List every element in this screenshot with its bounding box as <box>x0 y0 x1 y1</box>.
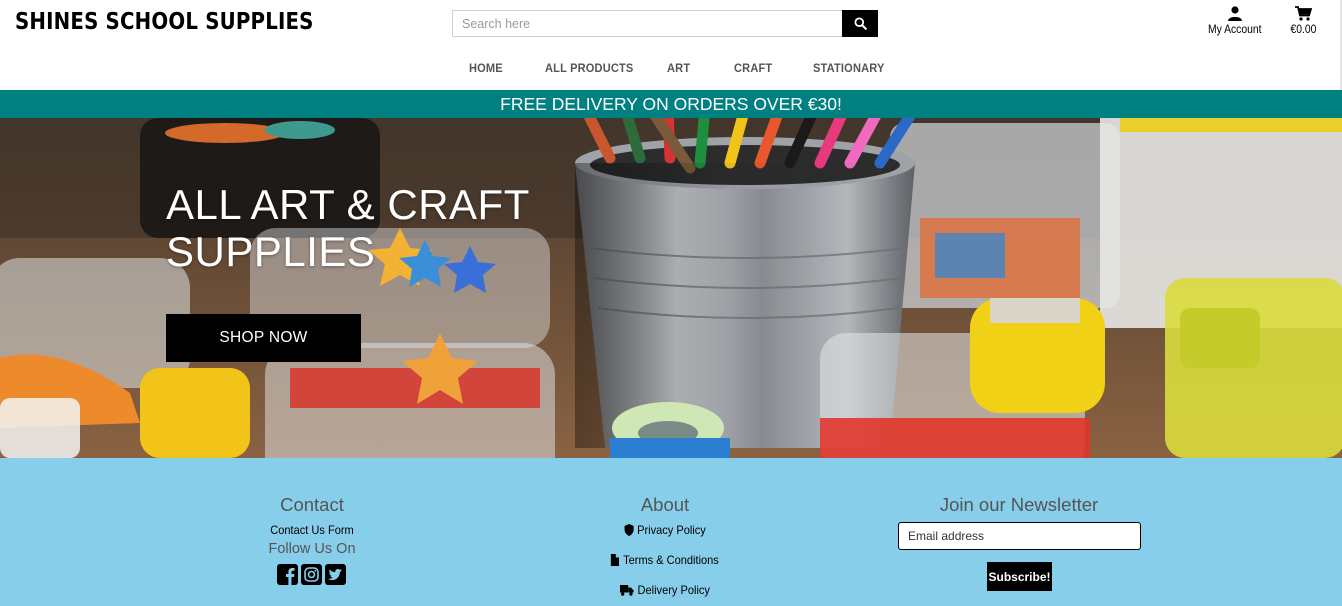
brand-logo[interactable]: SHINES SCHOOL SUPPLIES <box>15 9 314 35</box>
truck-icon <box>620 584 634 596</box>
delivery-policy-label: Delivery Policy <box>637 583 710 597</box>
hero-section: ALL ART & CRAFT SUPPLIES SHOP NOW <box>0 118 1342 458</box>
search-input[interactable] <box>452 10 843 37</box>
free-delivery-banner: FREE DELIVERY ON ORDERS OVER €30! <box>0 90 1342 118</box>
instagram-link[interactable] <box>301 564 322 585</box>
cart-total: €0.00 <box>1290 24 1317 36</box>
nav-item-home[interactable]: HOME <box>469 61 503 75</box>
social-links <box>277 564 346 585</box>
cart-icon <box>1294 6 1312 21</box>
about-title: About <box>640 494 690 515</box>
main-nav: HOME ALL PRODUCTS ART CRAFT STATIONARY <box>0 58 1342 80</box>
shop-now-button[interactable]: SHOP NOW <box>166 314 361 362</box>
search-button[interactable] <box>842 10 878 37</box>
cart-link[interactable]: €0.00 <box>1289 6 1318 36</box>
facebook-icon <box>277 564 298 585</box>
nav-item-craft[interactable]: CRAFT <box>734 61 772 75</box>
site-header: SHINES SCHOOL SUPPLIES My Account €0.00 … <box>0 0 1342 90</box>
instagram-icon <box>301 564 322 585</box>
file-icon <box>611 554 620 566</box>
newsletter-title: Join our Newsletter <box>939 494 1099 515</box>
shield-icon <box>624 524 634 536</box>
subscribe-button[interactable]: Subscribe! <box>987 562 1052 591</box>
contact-us-form-link[interactable]: Contact Us Form <box>266 523 358 537</box>
nav-item-art[interactable]: ART <box>667 61 690 75</box>
twitter-icon <box>325 564 346 585</box>
terms-conditions-label: Terms & Conditions <box>623 553 719 567</box>
nav-item-all-products[interactable]: ALL PRODUCTS <box>545 61 633 75</box>
contact-title: Contact <box>280 494 344 515</box>
site-footer: Contact Contact Us Form Follow Us On Abo <box>0 458 1342 606</box>
twitter-link[interactable] <box>325 564 346 585</box>
search-form <box>452 10 878 37</box>
newsletter-email-input[interactable] <box>898 522 1141 550</box>
follow-us-label: Follow Us On <box>268 541 356 557</box>
search-icon <box>853 17 867 30</box>
privacy-policy-link[interactable]: Privacy Policy <box>605 523 725 537</box>
my-account-label: My Account <box>1207 24 1262 36</box>
hero-title: ALL ART & CRAFT SUPPLIES <box>166 181 530 275</box>
delivery-policy-link[interactable]: Delivery Policy <box>605 583 725 597</box>
terms-conditions-link[interactable]: Terms & Conditions <box>596 553 734 567</box>
nav-item-stationary[interactable]: STATIONARY <box>813 61 885 75</box>
facebook-link[interactable] <box>277 564 298 585</box>
hero-background-image <box>0 118 1342 458</box>
privacy-policy-label: Privacy Policy <box>637 523 706 537</box>
user-icon <box>1227 6 1242 21</box>
my-account-link[interactable]: My Account <box>1205 6 1264 36</box>
